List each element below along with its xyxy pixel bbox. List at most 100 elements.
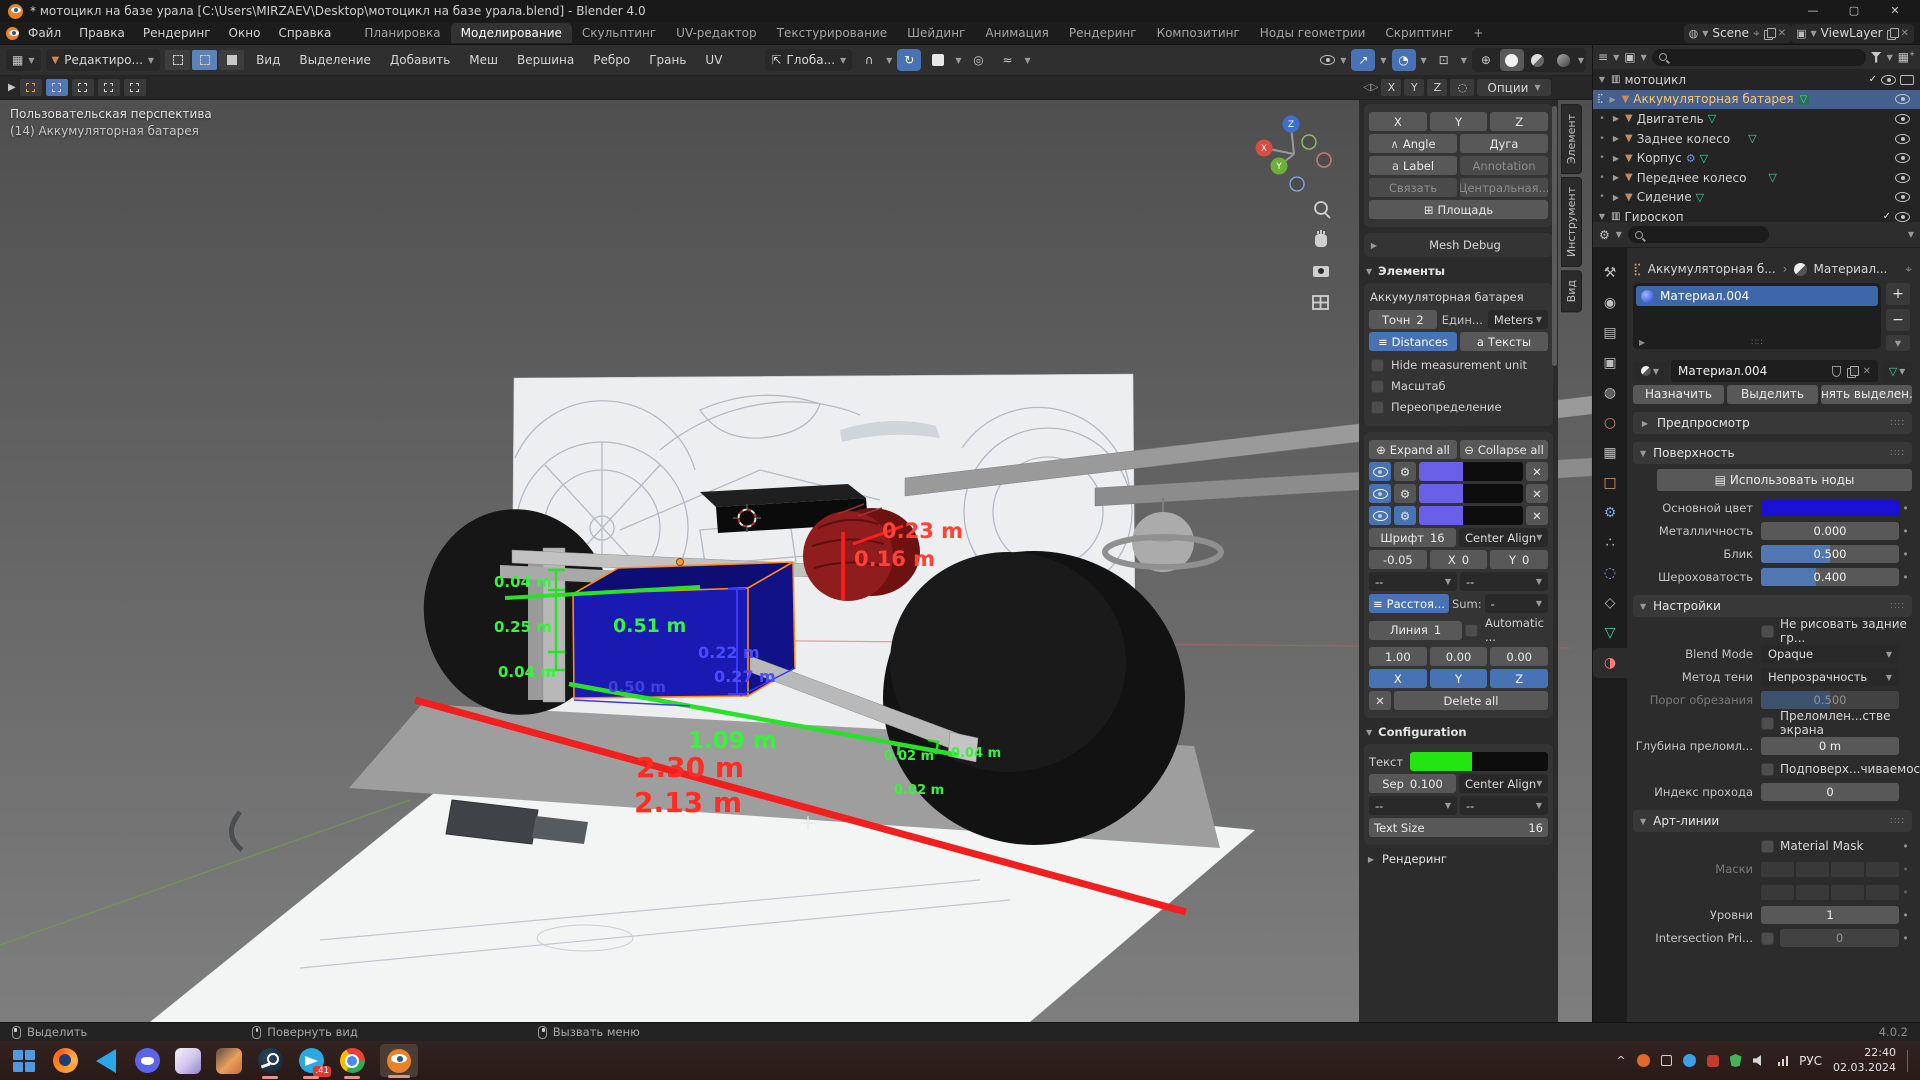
menu-edge[interactable]: Ребро: [586, 53, 637, 67]
scale-checkbox[interactable]: [1371, 379, 1384, 393]
snap-base-icon[interactable]: ◌: [1450, 79, 1475, 96]
checkbox-icon[interactable]: ✓: [1883, 211, 1891, 222]
visibility-toggle[interactable]: [1369, 506, 1391, 525]
specular-slider[interactable]: 0.500: [1761, 545, 1899, 563]
tab-world-icon[interactable]: ○: [1593, 408, 1627, 438]
taskbar-clock[interactable]: 22:40 02.03.2024: [1833, 1046, 1896, 1075]
intersection-checkbox[interactable]: [1761, 931, 1774, 945]
axis-y-toggle[interactable]: Y: [1429, 669, 1488, 688]
drag-grip-icon[interactable]: ∷∷: [1890, 448, 1905, 459]
breadcrumb-material[interactable]: Материал...: [1813, 262, 1887, 276]
drag-grip-icon[interactable]: ∷∷: [1890, 601, 1905, 612]
blender-menu-icon[interactable]: [6, 26, 19, 40]
tab-viewlayer-icon[interactable]: ▣: [1593, 348, 1627, 378]
pin-icon[interactable]: ⌖: [1753, 26, 1760, 41]
filter-funnel-icon[interactable]: [1870, 51, 1882, 63]
mirror-y-button[interactable]: Y: [1404, 79, 1425, 96]
refraction-depth-field[interactable]: 0 m: [1761, 737, 1899, 755]
delete-measure-button[interactable]: ✕: [1526, 462, 1548, 481]
annotation-button[interactable]: Annotation: [1460, 156, 1548, 175]
levels-field[interactable]: 1: [1761, 906, 1899, 924]
checkbox-icon[interactable]: ✓: [1869, 74, 1877, 85]
display-mode-icon[interactable]: ≡: [1598, 50, 1608, 64]
editor-type-button[interactable]: ▦ ▼: [6, 49, 41, 71]
taskbar-app-telegram[interactable]: .41: [297, 1047, 331, 1079]
remove-slot-button[interactable]: −: [1886, 309, 1910, 331]
visibility-dropdown-icon[interactable]: [1320, 55, 1336, 65]
precision-field[interactable]: Точн 2: [1369, 310, 1437, 329]
mirror-z-button[interactable]: Z: [1427, 79, 1448, 96]
tab-scene-icon[interactable]: ◍: [1593, 378, 1627, 408]
refraction-checkbox[interactable]: [1761, 716, 1774, 730]
mask-bit[interactable]: [1831, 861, 1864, 877]
mode-dropdown[interactable]: ▼ Редактиро... ▼: [45, 49, 161, 71]
resize-grip[interactable]: ∷∷: [1751, 338, 1762, 348]
mask-bit[interactable]: [1866, 861, 1899, 877]
gizmo-y-label[interactable]: Y: [1275, 162, 1282, 172]
outliner-item-battery[interactable]: ⣏ ▶ ▼ Аккумуляторная батарея ▽: [1593, 89, 1920, 110]
unlink-icon[interactable]: ✕: [1778, 28, 1786, 39]
line-width-field[interactable]: Линия 1: [1369, 620, 1462, 640]
workspace-tab-layout[interactable]: Планировка: [354, 23, 450, 43]
outliner-item-engine[interactable]: • ▶ ▼ Двигатель ▽: [1593, 109, 1920, 129]
gizmo-x-label[interactable]: X: [1261, 144, 1267, 154]
arc-button[interactable]: Дуга: [1460, 134, 1548, 153]
network-icon[interactable]: [1777, 1055, 1789, 1066]
rendered-shading-icon[interactable]: [1552, 49, 1576, 71]
xray-toggle-icon[interactable]: ⊡: [1432, 49, 1456, 71]
filter-viewlayer-icon[interactable]: ▣: [1624, 50, 1635, 64]
select-mode-subtract[interactable]: [71, 79, 94, 96]
tab-item[interactable]: Элемент: [1561, 104, 1582, 175]
text-color-swatch[interactable]: [1410, 752, 1548, 771]
taskbar-app-firefox[interactable]: [51, 1047, 79, 1075]
metallic-field[interactable]: 0.000: [1761, 522, 1899, 540]
new-collection-icon[interactable]: ▦+: [1898, 50, 1915, 64]
mask-bit[interactable]: [1866, 884, 1899, 900]
remove-icon[interactable]: ✕: [1901, 28, 1909, 39]
roughness-slider[interactable]: 0.400: [1761, 568, 1899, 586]
swatch-icon[interactable]: [926, 49, 950, 71]
tab-tool-icon[interactable]: ⚒: [1593, 258, 1627, 288]
units-dropdown[interactable]: Meters ▼: [1487, 310, 1548, 329]
settings-toggle[interactable]: ⚙: [1394, 484, 1416, 503]
copy-icon[interactable]: [1763, 27, 1776, 40]
tray-app-icon[interactable]: [1682, 1054, 1696, 1067]
eye-icon[interactable]: [1895, 153, 1910, 164]
offset-field[interactable]: -0.05: [1369, 550, 1427, 569]
shadow-mode-dropdown[interactable]: Непрозрачность ▼: [1761, 668, 1899, 686]
pin-icon[interactable]: ⌖: [1905, 262, 1912, 277]
gizmo-z-label[interactable]: Z: [1288, 120, 1294, 130]
select-mode-new[interactable]: [19, 79, 42, 96]
workspace-add-button[interactable]: +: [1463, 23, 1493, 43]
tray-antivirus-icon[interactable]: [1729, 1054, 1742, 1067]
viewport-3d[interactable]: 0.23 m 0.16 m 0.04 m 0.25 m 0.04 m 0.51 …: [0, 100, 1592, 1022]
intersection-field[interactable]: 0: [1780, 929, 1899, 947]
panel-scrollbar[interactable]: [1552, 106, 1557, 366]
start-button[interactable]: [10, 1047, 38, 1075]
select-button[interactable]: Выделить: [1727, 384, 1818, 404]
vertex-select-button[interactable]: [165, 50, 191, 70]
edge-select-button[interactable]: [192, 50, 218, 70]
chevron-down-icon[interactable]: ▼: [1597, 75, 1607, 84]
snap-target-icon[interactable]: ∩: [857, 49, 881, 71]
menu-uv[interactable]: UV: [698, 53, 729, 67]
workspace-tab-scripting[interactable]: Скриптинг: [1375, 23, 1463, 43]
menu-view[interactable]: Вид: [249, 53, 287, 67]
measure-color-swatch[interactable]: [1419, 484, 1523, 503]
measure-y-button[interactable]: Y: [1429, 112, 1488, 131]
taskbar-app-steam[interactable]: [256, 1047, 284, 1079]
chevron-right-icon[interactable]: ▶: [1639, 338, 1645, 347]
taskbar-app-chrome[interactable]: [338, 1047, 366, 1079]
sep-field[interactable]: Sep 0.100: [1369, 774, 1456, 793]
label-button[interactable]: a Label: [1369, 156, 1457, 175]
taskbar-app-blender-active[interactable]: [379, 1044, 419, 1078]
gizmo-z-negative[interactable]: [1289, 176, 1305, 192]
material-slot-list[interactable]: Материал.004 ▶ ∷∷: [1633, 283, 1881, 349]
tab-particles-icon[interactable]: ∴: [1593, 528, 1627, 558]
tray-app-icon[interactable]: [1706, 1054, 1719, 1067]
text-size-field[interactable]: Text Size 16: [1369, 818, 1548, 837]
menu-file[interactable]: Файл: [19, 26, 70, 40]
menu-mesh[interactable]: Меш: [462, 53, 505, 67]
workspace-tab-uv[interactable]: UV-редактор: [666, 23, 766, 43]
outliner-collection-gyroscope[interactable]: ▼ ▥ Гироскоп ✓: [1593, 207, 1920, 222]
